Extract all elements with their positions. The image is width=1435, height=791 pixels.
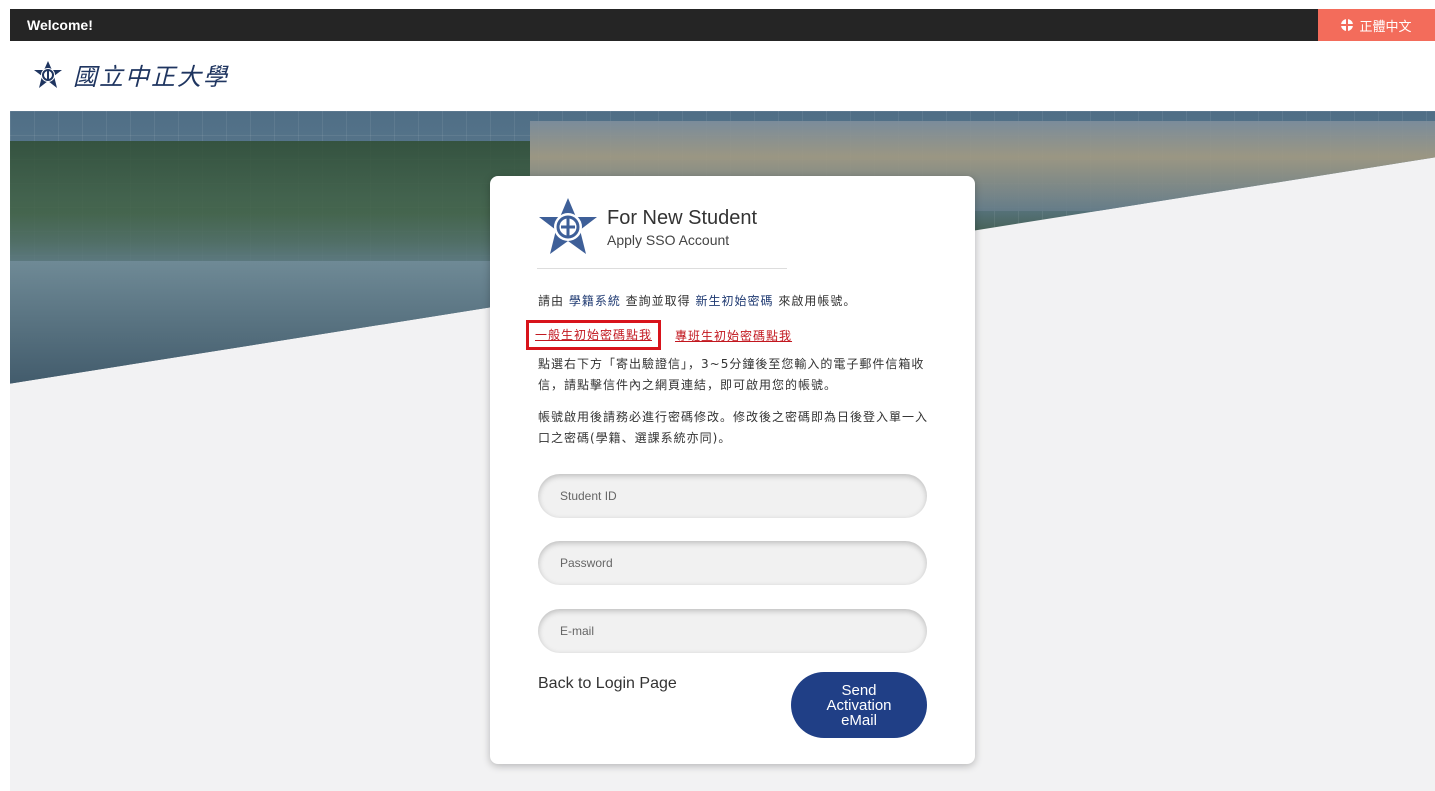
student-id-input[interactable] — [538, 474, 927, 518]
welcome-text: Welcome! — [27, 17, 93, 33]
highlight-box: 一般生初始密碼點我 — [526, 320, 662, 350]
language-label: 正體中文 — [1359, 18, 1412, 34]
instruction-middle: 查詢並取得 — [620, 294, 696, 308]
card-header: For New Student Apply SSO Account — [537, 196, 757, 258]
language-button[interactable]: 正體中文 — [1318, 9, 1435, 41]
new-student-card: For New Student Apply SSO Account 請由 學籍系… — [490, 176, 975, 764]
university-emblem-icon — [34, 60, 62, 88]
password-input[interactable] — [538, 541, 927, 585]
site-logo[interactable]: 國立中正大學 — [33, 57, 229, 92]
top-bar: Welcome! 正體中文 — [10, 9, 1435, 41]
email-instruction-text: 點選右下方「寄出驗證信」，3~5分鐘後至您輸入的電子郵件信箱收信，請點擊信件內之… — [538, 357, 925, 392]
password-links: 一般生初始密碼點我 專班生初始密碼點我 — [526, 320, 792, 350]
student-system-link[interactable]: 學籍系統 — [569, 294, 621, 308]
send-activation-email-button[interactable]: Send Activation eMail — [791, 672, 927, 738]
university-emblem-icon — [539, 198, 597, 254]
password-change-notice: 帳號啟用後請務必進行密碼修改。修改後之密碼即為日後登入單一入口之密碼(學籍、選課… — [538, 410, 929, 445]
instruction-text: 請由 學籍系統 查詢並取得 新生初始密碼 來啟用帳號。 — [538, 291, 938, 312]
university-name: 國立中正大學 — [73, 63, 229, 91]
card-subtitle: Apply SSO Account — [607, 231, 730, 248]
general-student-password-link[interactable]: 一般生初始密碼點我 — [535, 328, 652, 342]
initial-password-link[interactable]: 新生初始密碼 — [695, 294, 773, 308]
email-input[interactable] — [538, 609, 927, 653]
card-title: For New Student — [607, 206, 758, 229]
back-to-login-link[interactable]: Back to Login Page — [538, 675, 677, 693]
special-student-password-link[interactable]: 專班生初始密碼點我 — [675, 327, 792, 344]
divider — [537, 268, 787, 269]
instruction-suffix: 來啟用帳號。 — [773, 294, 857, 308]
globe-icon — [1341, 19, 1354, 31]
instruction-prefix: 請由 — [538, 294, 569, 308]
